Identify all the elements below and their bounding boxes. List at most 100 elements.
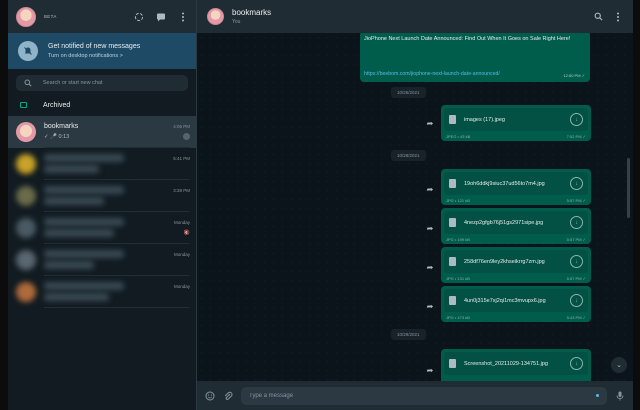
file-name: 4nezp2gfgb76j51gs2971sipe.jpg xyxy=(464,219,544,226)
chat-item[interactable]: 5:41 PM xyxy=(8,148,196,180)
profile-avatar[interactable] xyxy=(16,6,36,27)
menu-icon[interactable] xyxy=(613,12,623,22)
file-size: JPG • 121 kB xyxy=(446,198,470,203)
chat-item[interactable]: Monday xyxy=(8,276,196,308)
file-icon xyxy=(449,359,456,368)
blurred-preview xyxy=(44,229,114,237)
microphone-icon[interactable] xyxy=(615,391,625,401)
avatar xyxy=(16,218,36,238)
date-chip: 10/26/2021 xyxy=(391,87,426,98)
file-name: images (17).jpeg xyxy=(464,116,505,123)
link-url[interactable]: https://beebom.com/jiophone-next-launch-… xyxy=(364,71,500,77)
sidebar: BETA Get notified of new messages Turn o… xyxy=(8,0,197,410)
avatar xyxy=(16,250,36,270)
conversation-panel: bookmarks You JioPhone Next Launch Date … xyxy=(197,0,633,410)
file-icon xyxy=(449,218,456,227)
download-icon[interactable]: ↓ xyxy=(570,357,583,370)
file-message[interactable]: 4nezp2gfgb76j51gs2971sipe.jpg ↓ JPG • 199… xyxy=(441,208,591,244)
file-name: 4un0j315e7xj2qi1mc3mvupx6.jpg xyxy=(464,297,546,304)
chat-time: Monday xyxy=(173,219,190,225)
notification-subtitle[interactable]: Turn on desktop notifications > xyxy=(48,53,140,59)
chat-item[interactable]: 3:39 PM xyxy=(8,180,196,212)
archived-label: Archived xyxy=(43,101,71,109)
download-icon[interactable]: ↓ xyxy=(570,113,583,126)
search-input[interactable] xyxy=(42,80,181,86)
file-icon xyxy=(449,296,456,305)
message-composer xyxy=(197,381,633,410)
file-message[interactable]: Screenshot_20211029-134751.jpg ↓ xyxy=(441,349,591,381)
chat-time: Monday xyxy=(173,251,190,257)
file-name: 19oh6ddkj9siuc37ud56to7m4.jpg xyxy=(464,180,545,187)
chat-preview: ✓ 🎤 0:13 xyxy=(44,133,70,140)
archived-row[interactable]: Archived xyxy=(8,94,196,116)
file-message[interactable]: 258df76en9ley2khseikrrg7zm.jpg ↓ JPG • 13… xyxy=(441,247,591,283)
scrollbar[interactable] xyxy=(627,158,630,218)
download-icon[interactable]: ↓ xyxy=(570,294,583,307)
message-time: 5:57 PM ✓ xyxy=(566,198,586,203)
file-icon xyxy=(449,179,456,188)
file-name: 258df76en9ley2khseikrrg7zm.jpg xyxy=(464,258,545,265)
blurred-name xyxy=(44,186,124,194)
emoji-icon[interactable] xyxy=(205,391,215,401)
file-message[interactable]: 4un0j315e7xj2qi1mc3mvupx6.jpg ↓ JPG • 473… xyxy=(441,286,591,322)
blurred-preview xyxy=(44,197,104,205)
date-chip: 10/29/2021 xyxy=(391,329,426,340)
contact-name: bookmarks xyxy=(232,8,272,17)
file-icon xyxy=(449,257,456,266)
chat-item[interactable]: Monday xyxy=(8,244,196,276)
beta-label: BETA xyxy=(44,14,57,19)
avatar xyxy=(16,186,36,206)
avatar xyxy=(16,282,36,302)
file-size: JPG • 473 kB xyxy=(446,315,470,320)
file-icon xyxy=(449,115,456,124)
conversation-header[interactable]: bookmarks You xyxy=(197,0,633,33)
notification-banner[interactable]: Get notified of new messages Turn on des… xyxy=(8,33,196,69)
forward-icon[interactable]: ➦ xyxy=(425,184,435,194)
file-size: JPG • 131 kB xyxy=(446,276,470,281)
search-icon xyxy=(23,78,33,88)
file-size: JPG • 199 kB xyxy=(446,237,470,242)
download-icon[interactable]: ↓ xyxy=(570,255,583,268)
file-size: JPEG • 43 kB xyxy=(446,134,471,139)
link-message[interactable]: JioPhone Next Launch Date Announced: Fin… xyxy=(360,33,590,82)
attach-icon[interactable] xyxy=(223,391,233,401)
search-bar xyxy=(8,72,196,94)
sidebar-header: BETA xyxy=(8,0,196,33)
file-message[interactable]: images (17).jpeg ↓ JPEG • 43 kB 7:52 PM ✓ xyxy=(441,105,591,141)
search-icon[interactable] xyxy=(593,12,603,22)
download-icon[interactable]: ↓ xyxy=(570,177,583,190)
chat-item-bookmarks[interactable]: bookmarks 4:06 PM ✓ 🎤 0:13 xyxy=(8,116,196,148)
forward-icon[interactable]: ➦ xyxy=(425,223,435,233)
file-name: Screenshot_20211029-134751.jpg xyxy=(464,360,548,367)
message-input[interactable] xyxy=(241,386,607,405)
chevron-down-icon[interactable] xyxy=(183,133,190,140)
scroll-down-button[interactable]: ⌄ xyxy=(611,357,627,373)
forward-icon[interactable]: ➦ xyxy=(425,365,435,375)
contact-subtitle: You xyxy=(232,19,241,25)
avatar xyxy=(16,122,36,142)
file-message[interactable]: 19oh6ddkj9siuc37ud56to7m4.jpg ↓ JPG • 121… xyxy=(441,169,591,205)
archive-icon xyxy=(20,102,27,108)
menu-icon[interactable] xyxy=(178,12,188,22)
message-time: 12:50 PM ✓ xyxy=(563,73,585,78)
blurred-preview xyxy=(44,293,109,301)
blurred-preview xyxy=(44,165,99,173)
date-chip: 10/28/2021 xyxy=(391,150,426,161)
message-area[interactable]: JioPhone Next Launch Date Announced: Fin… xyxy=(197,33,633,381)
message-time: 5:43 PM ✓ xyxy=(566,315,586,320)
blurred-name xyxy=(44,250,124,258)
contact-avatar[interactable] xyxy=(207,8,224,25)
forward-icon[interactable]: ➦ xyxy=(425,118,435,128)
forward-icon[interactable]: ➦ xyxy=(425,301,435,311)
avatar xyxy=(16,154,36,174)
forward-icon[interactable]: ➦ xyxy=(425,262,435,272)
new-chat-icon[interactable] xyxy=(156,12,166,22)
status-icon[interactable] xyxy=(134,12,144,22)
blurred-name xyxy=(44,218,124,226)
chat-time: 4:06 PM xyxy=(173,124,190,129)
chat-list: bookmarks 4:06 PM ✓ 🎤 0:13 5:41 PM 3:39 … xyxy=(8,116,196,410)
notification-title: Get notified of new messages xyxy=(48,43,141,50)
download-icon[interactable]: ↓ xyxy=(570,216,583,229)
chat-item[interactable]: Monday 🔇 xyxy=(8,212,196,244)
typing-indicator xyxy=(596,394,599,397)
